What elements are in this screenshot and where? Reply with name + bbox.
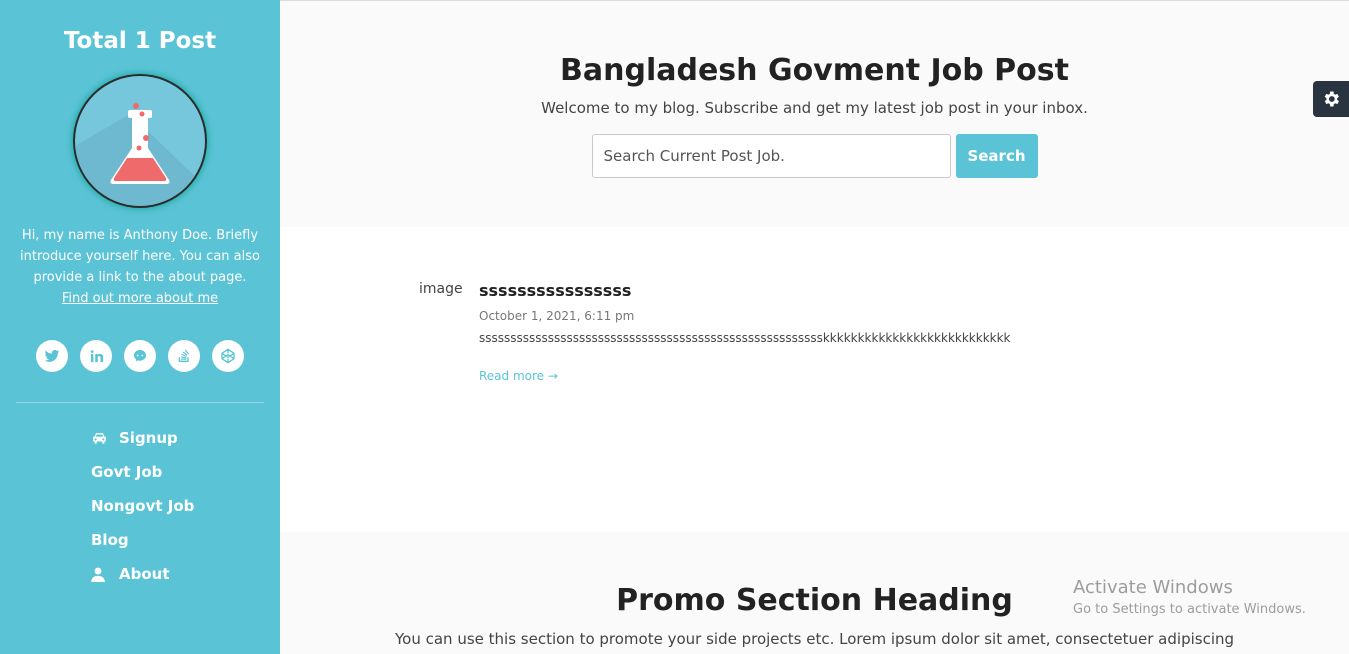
blog-brand[interactable]: Total 1 Post (0, 28, 280, 54)
github-icon (134, 350, 146, 362)
page-tagline: Welcome to my blog. Subscribe and get my… (541, 99, 1088, 117)
linkedin-link[interactable] (80, 340, 112, 372)
nav-item-label: Blog (91, 531, 129, 549)
social-links (0, 340, 280, 372)
post-title[interactable]: ssssssssssssssss (479, 281, 1079, 301)
nav-item-blog[interactable]: Blog (91, 523, 280, 557)
activate-windows-watermark: Activate Windows Go to Settings to activ… (1073, 577, 1306, 617)
gear-icon (1324, 91, 1339, 107)
twitter-link[interactable] (36, 340, 68, 372)
search-button[interactable]: Search (955, 134, 1038, 178)
settings-toggle-button[interactable] (1313, 81, 1349, 117)
search-form: Search (280, 134, 1349, 178)
search-input[interactable] (591, 134, 951, 178)
avatar (73, 74, 207, 208)
nav-item-label: Nongovt Job (91, 497, 195, 515)
linkedin-icon (90, 349, 103, 362)
author-bio-text: Hi, my name is Anthony Doe. Briefly intr… (20, 228, 260, 285)
nav-item-govt-job[interactable]: Govt Job (91, 455, 280, 489)
github-link[interactable] (124, 340, 156, 372)
author-bio: Hi, my name is Anthony Doe. Briefly intr… (20, 225, 260, 309)
codepen-link[interactable] (212, 340, 244, 372)
watermark-subtitle: Go to Settings to activate Windows. (1073, 602, 1306, 617)
nav-item-label: About (119, 565, 170, 583)
sidebar: Total 1 Post Hi, my name is Anthony Doe.… (0, 0, 280, 654)
post-excerpt: ssssssssssssssssssssssssssssssssssssssss… (479, 331, 1011, 345)
flask-avatar-image (75, 76, 205, 206)
nav-item-label: Govt Job (91, 463, 163, 481)
twitter-icon (44, 350, 60, 362)
car-icon (91, 431, 119, 445)
sidebar-nav: Signup Govt Job Nongovt Job Blog About (0, 421, 280, 591)
page-header: Bangladesh Govment Job Post Welcome to m… (280, 0, 1349, 227)
nav-item-signup[interactable]: Signup (91, 421, 280, 455)
about-me-link[interactable]: Find out more about me (62, 291, 218, 306)
nav-item-label: Signup (119, 429, 178, 447)
post-date: October 1, 2021, 6:11 pm (479, 309, 635, 323)
nav-item-about[interactable]: About (91, 557, 280, 591)
nav-item-nongovt-job[interactable]: Nongovt Job (91, 489, 280, 523)
user-icon (91, 567, 119, 582)
watermark-title: Activate Windows (1073, 577, 1233, 598)
post-item: ssssssssssssssss October 1, 2021, 6:11 p… (479, 281, 1079, 384)
promo-text: You can use this section to promote your… (394, 630, 1235, 648)
stackoverflow-link[interactable] (168, 340, 200, 372)
read-more-link[interactable]: Read more → (479, 369, 558, 383)
page-title: Bangladesh Govment Job Post (560, 53, 1069, 88)
post-list: image ssssssssssssssss October 1, 2021, … (280, 227, 1349, 532)
codepen-icon (221, 348, 235, 364)
stackoverflow-icon (178, 349, 189, 362)
sidebar-divider (16, 402, 264, 403)
post-thumbnail[interactable]: image (419, 281, 463, 297)
